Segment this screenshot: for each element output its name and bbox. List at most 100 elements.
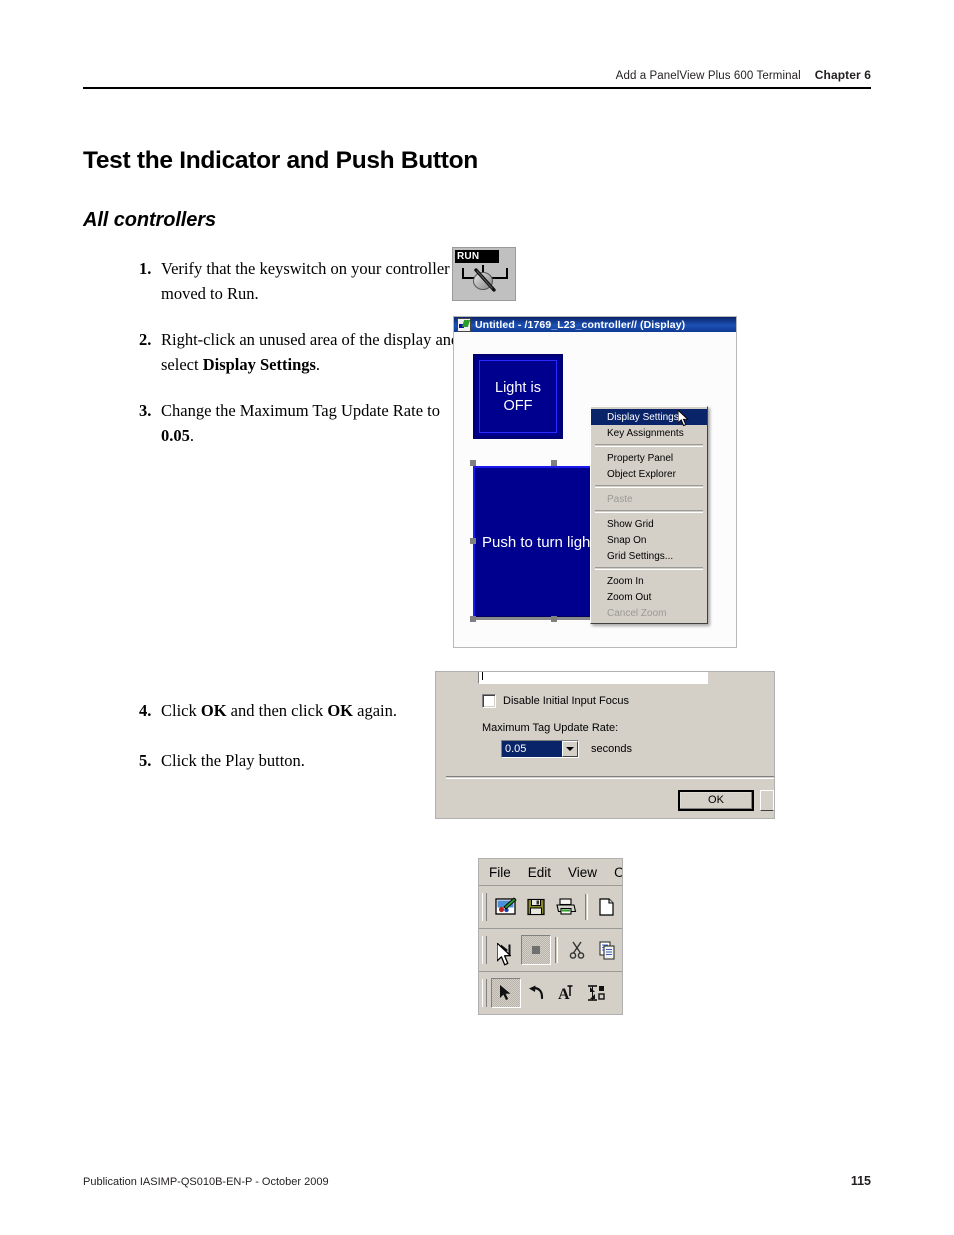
toolbar-grip[interactable]	[482, 893, 487, 921]
chapter-label: Chapter 6	[814, 68, 871, 82]
page-header: Add a PanelView Plus 600 Terminal Chapter…	[83, 68, 871, 89]
align-tool-icon	[588, 985, 605, 1001]
context-menu-item[interactable]: Show Grid	[591, 516, 707, 532]
step-text: Click OK and then click OK again.	[161, 698, 469, 723]
select-tool-button[interactable]	[491, 978, 521, 1008]
toolbar-row-runtime[interactable]	[479, 929, 622, 972]
step-text-emphasis: OK	[327, 701, 354, 720]
toolbar-separator	[585, 894, 588, 920]
disable-initial-input-focus-row[interactable]: Disable Initial Input Focus	[482, 694, 629, 708]
context-menu-item[interactable]: Zoom In	[591, 573, 707, 589]
indicator-caption-line2: OFF	[503, 397, 533, 414]
step-text-run: Click the Play button.	[161, 751, 305, 770]
context-menu-item[interactable]: Object Explorer	[591, 466, 707, 482]
context-menu-separator	[595, 567, 703, 570]
step-text-emphasis: 0.05	[161, 426, 190, 445]
play-icon	[501, 944, 511, 956]
save-button[interactable]	[521, 892, 551, 922]
page-title: Test the Indicator and Push Button	[83, 147, 478, 175]
text-caret	[482, 672, 483, 680]
keyswitch-key-icon	[474, 268, 496, 292]
copy-button[interactable]	[592, 935, 622, 965]
ok-button[interactable]: OK	[678, 789, 754, 811]
svg-text:A: A	[558, 986, 570, 1002]
context-menu-item: Paste	[607, 493, 633, 505]
light-indicator-object[interactable]: Light is OFF	[473, 354, 563, 439]
selection-handle[interactable]	[470, 538, 476, 544]
page-footer: Publication IASIMP-QS010B-EN-P - October…	[83, 1174, 871, 1188]
indicator-caption: Light is OFF	[495, 379, 541, 415]
toolbar-separator	[555, 937, 558, 963]
new-display-button[interactable]	[491, 892, 521, 922]
context-menu-item[interactable]: Display Settings...	[591, 409, 707, 425]
play-button[interactable]	[491, 935, 521, 965]
page-subtitle: All controllers	[83, 208, 216, 231]
selection-handle[interactable]	[470, 460, 476, 466]
dialog-body: Disable Initial Input Focus Maximum Tag …	[436, 672, 774, 779]
disable-initial-input-focus-checkbox[interactable]	[482, 694, 496, 708]
running-head-text: Add a PanelView Plus 600 Terminal	[615, 70, 801, 82]
display-canvas[interactable]: Light is OFF Push to turn light Display …	[454, 332, 736, 647]
cut-button[interactable]	[562, 935, 592, 965]
text-tool-button[interactable]: A	[551, 978, 581, 1008]
new-document-button[interactable]	[592, 892, 622, 922]
step-number: 3.	[139, 401, 152, 420]
step-item: 3. Change the Maximum Tag Update Rate to …	[139, 398, 469, 448]
align-tool-button[interactable]	[581, 978, 611, 1008]
cut-icon	[569, 941, 585, 959]
step-number: 1.	[139, 259, 152, 278]
context-menu-item[interactable]: Zoom Out	[591, 589, 707, 605]
max-tag-update-rate-value: 0.05	[502, 741, 562, 757]
toolbar-grip[interactable]	[482, 936, 487, 964]
stop-button[interactable]	[521, 935, 551, 965]
text-tool-icon: A	[558, 985, 572, 1002]
selection-handle[interactable]	[551, 460, 557, 466]
step-text-run: Click	[161, 701, 201, 720]
menu-item-view[interactable]: View	[568, 865, 597, 880]
disable-initial-input-focus-label: Disable Initial Input Focus	[503, 695, 629, 707]
step-item: 4. Click OK and then click OK again.	[139, 698, 469, 723]
run-keyswitch-graphic: RUN	[452, 247, 516, 301]
page-number: 115	[850, 1174, 871, 1188]
select-arrow-icon	[500, 985, 511, 1000]
stop-icon	[532, 946, 540, 954]
running-head: Add a PanelView Plus 600 Terminal Chapter…	[83, 68, 871, 82]
undo-button[interactable]	[521, 978, 551, 1008]
chevron-down-icon[interactable]	[562, 741, 578, 757]
context-menu-item[interactable]: Key Assignments	[591, 425, 707, 441]
selection-handle[interactable]	[551, 616, 557, 622]
menu-item-o[interactable]: O	[614, 865, 622, 880]
display-window-titlebar[interactable]: Untitled - /1769_L23_controller// (Displ…	[454, 317, 736, 332]
run-keyswitch-label: RUN	[455, 250, 499, 263]
max-tag-update-rate-combo[interactable]: 0.05	[501, 740, 579, 758]
context-menu-item[interactable]: Grid Settings...	[591, 548, 707, 564]
display-context-menu[interactable]: Display Settings... Key Assignments Proper…	[590, 406, 708, 624]
copy-icon	[598, 941, 615, 960]
selection-handle[interactable]	[470, 616, 476, 622]
step-text: Right-click an unused area of the displa…	[161, 327, 469, 377]
menu-bar[interactable]: File Edit View O	[479, 859, 622, 886]
menu-item-file[interactable]: File	[489, 865, 511, 880]
step-text-run: .	[189, 426, 194, 445]
context-menu-item[interactable]: Property Panel	[591, 450, 707, 466]
toolbar-grip[interactable]	[482, 979, 487, 1007]
step-number: 4.	[139, 701, 152, 720]
step-list-late: 4. Click OK and then click OK again. 5. Cli…	[99, 698, 469, 798]
menu-item-edit[interactable]: Edit	[528, 865, 551, 880]
step-text-emphasis: OK	[200, 701, 227, 720]
step-text: Change the Maximum Tag Update Rate to 0.…	[161, 398, 469, 448]
cancel-button-partial[interactable]	[760, 789, 774, 811]
step-item: 1. Verify that the keyswitch on your cont…	[139, 256, 469, 306]
context-menu-item[interactable]: Snap On	[591, 532, 707, 548]
max-tag-update-rate-row[interactable]: 0.05 seconds	[501, 740, 632, 758]
context-menu-item: Cancel Zoom	[607, 607, 667, 619]
display-title-field[interactable]	[478, 672, 708, 684]
undo-icon	[528, 985, 543, 1000]
display-editor-window[interactable]: Untitled - /1769_L23_controller// (Displ…	[453, 316, 737, 648]
toolbar-row-standard[interactable]	[479, 886, 622, 929]
print-button[interactable]	[551, 892, 581, 922]
publication-info: Publication IASIMP-QS010B-EN-P - October…	[83, 1176, 329, 1188]
toolbar-row-tools[interactable]: A	[479, 972, 622, 1014]
editor-toolbar-window[interactable]: File Edit View O	[478, 858, 623, 1015]
display-settings-dialog[interactable]: Disable Initial Input Focus Maximum Tag …	[435, 671, 775, 819]
